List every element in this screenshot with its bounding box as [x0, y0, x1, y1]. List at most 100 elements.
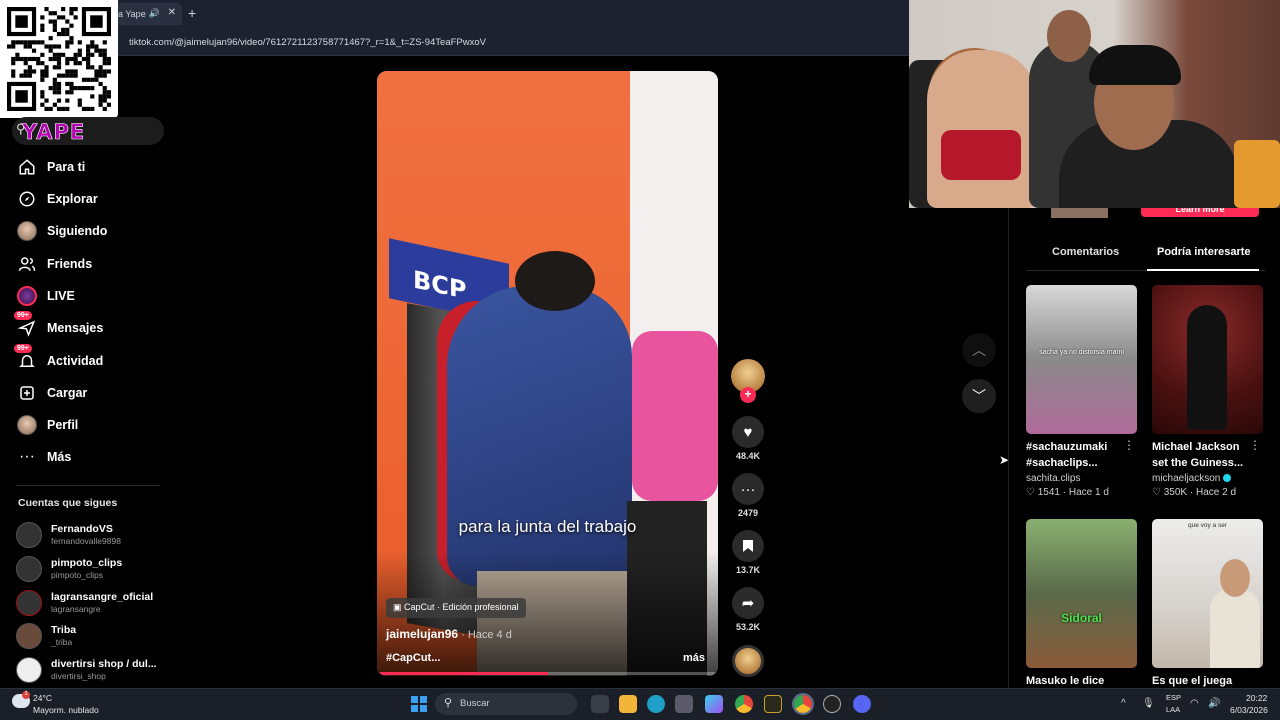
close-icon[interactable]: ✕ [168, 7, 176, 18]
following-account[interactable]: pimpoto_clips pimpoto_clips [16, 555, 166, 585]
like-button[interactable]: ♥ 48.4K [730, 416, 766, 461]
video-hashtag[interactable]: #CapCut... [386, 652, 440, 664]
edge-browser-icon[interactable] [647, 695, 665, 713]
card-title[interactable]: Masuko le dice [1026, 673, 1126, 689]
verified-badge-icon [1223, 474, 1232, 483]
post-age: · Hace 4 d [458, 629, 512, 641]
chevron-down-icon: ﹀ [972, 388, 986, 404]
heart-icon[interactable]: ♥ [732, 416, 764, 448]
volume-icon[interactable]: 🔊 [1208, 698, 1220, 709]
sidebar-item-siguiendo[interactable]: Siguiendo [16, 218, 166, 244]
comment-icon[interactable]: ··· [732, 473, 764, 505]
new-tab-button[interactable]: + [188, 5, 196, 21]
chrome-active-icon[interactable] [792, 693, 814, 715]
weather-temperature[interactable]: 24°C [33, 693, 52, 703]
tab-comentarios[interactable]: Comentarios [1052, 246, 1119, 258]
card-menu-icon[interactable]: ⋮ [1123, 438, 1135, 452]
next-video-button[interactable]: ﹀ [962, 379, 996, 413]
video-subtitle: para la junta del trabajo [458, 517, 637, 536]
windows-start-icon[interactable] [411, 696, 427, 712]
video-player[interactable]: BCP para la junta del trabajo ▣ CapCut ·… [377, 71, 718, 676]
video-frame-person-jacket [447, 286, 632, 586]
notification-badge: 99+ [14, 344, 32, 353]
music-disc-avatar[interactable] [732, 645, 764, 677]
video-thumbnail[interactable]: sacha ya no distorsia mami [1026, 285, 1137, 434]
keyboard-layout-indicator[interactable]: LAA [1166, 705, 1180, 714]
sidebar-item-live[interactable]: LIVE [16, 283, 166, 309]
task-view-icon[interactable] [591, 695, 609, 713]
comment-button[interactable]: ··· 2479 [730, 473, 766, 518]
chevron-up-icon[interactable]: ^ [1121, 698, 1126, 709]
avatar [16, 590, 42, 616]
browser-tab[interactable]: a Yape 🔊 ✕ [110, 3, 182, 25]
chrome-icon[interactable] [735, 695, 753, 713]
card-menu-icon[interactable]: ⋮ [1249, 438, 1261, 452]
card-user[interactable]: sachita.clips [1026, 473, 1137, 484]
card-age: Hace 1 d [1068, 487, 1109, 498]
microphone-icon[interactable]: 🎙 [1142, 698, 1155, 709]
file-explorer-icon[interactable] [619, 695, 637, 713]
sidebar-item-cargar[interactable]: Cargar [16, 380, 166, 406]
recommended-video-card[interactable]: Michael Jackson set the Guiness... micha… [1152, 285, 1263, 498]
sidebar-item-label: LIVE [47, 289, 75, 303]
sidebar-item-actividad[interactable]: 99+ Actividad [14, 344, 166, 374]
sidebar-item-para-ti[interactable]: Para ti [16, 154, 166, 180]
card-user[interactable]: michaeljackson [1152, 473, 1263, 484]
more-link[interactable]: más [683, 652, 705, 664]
snipping-tool-icon[interactable] [675, 695, 693, 713]
following-account[interactable]: divertirsi shop / dul... divertirsi_shop [16, 656, 166, 686]
sidebar-item-mas[interactable]: ··· Más [16, 444, 166, 470]
following-account[interactable]: lagransangre_oficial lagransangre [16, 589, 166, 619]
sidebar-item-label: Friends [47, 257, 93, 271]
bookmark-icon[interactable] [732, 530, 764, 562]
video-author[interactable]: jaimelujan96 · Hace 4 d [386, 627, 512, 641]
avatar [16, 522, 42, 548]
url-text[interactable]: tiktok.com/@jaimelujan96/video/761272112… [129, 37, 486, 48]
follow-plus-button[interactable]: + [740, 387, 756, 403]
card-title[interactable]: #sachauzumaki #sachaclips... [1026, 439, 1126, 471]
following-account[interactable]: FernandoVS fernandovalle9898 [16, 521, 166, 551]
clock-date[interactable]: 6/03/2026 [1230, 705, 1268, 715]
recommended-video-card[interactable]: sacha ya no distorsia mami #sachauzumaki… [1026, 285, 1137, 498]
share-arrow-icon[interactable]: ➦ [732, 587, 764, 619]
share-button[interactable]: ➦ 53.2K [730, 587, 766, 632]
app-icon-w[interactable] [764, 695, 782, 713]
sidebar-item-friends[interactable]: Friends [16, 251, 166, 277]
video-progress-bar[interactable] [377, 672, 718, 675]
card-title[interactable]: Es que el juega [1152, 673, 1252, 689]
thumbnail-text: Sidoral [1061, 611, 1102, 625]
obs-icon[interactable] [823, 695, 841, 713]
account-handle: fernandovalle9898 [51, 536, 121, 546]
following-avatar [16, 220, 38, 242]
capcut-badge[interactable]: ▣ CapCut · Edición profesional [386, 598, 526, 618]
account-name: divertirsi shop / dul... [51, 658, 157, 670]
video-thumbnail[interactable]: que voy a ser [1152, 519, 1263, 668]
account-name: Triba [51, 624, 77, 636]
card-username[interactable]: michaeljackson [1152, 473, 1220, 484]
recommended-video-card[interactable]: Sidoral Masuko le dice [1026, 519, 1137, 689]
speaker-icon[interactable]: 🔊 [149, 8, 160, 19]
taskbar-search-box[interactable]: ⚲ Buscar [435, 693, 577, 715]
author-name[interactable]: jaimelujan96 [386, 627, 458, 641]
sidebar-item-explorar[interactable]: Explorar [16, 186, 166, 212]
language-indicator[interactable]: ESP [1166, 693, 1181, 702]
discord-icon[interactable] [853, 695, 871, 713]
tab-podria-interesarte[interactable]: Podría interesarte [1157, 246, 1251, 258]
sidebar-item-mensajes[interactable]: 99+ Mensajes [14, 311, 166, 341]
save-button[interactable]: 13.7K [730, 530, 766, 575]
clock-time[interactable]: 20:22 [1246, 693, 1267, 703]
wifi-icon[interactable]: ◠ [1190, 698, 1199, 709]
following-account[interactable]: Triba _triba [16, 622, 166, 652]
card-title[interactable]: Michael Jackson set the Guiness... [1152, 439, 1252, 471]
weather-alert-badge: 1 [22, 691, 30, 699]
previous-video-button[interactable]: ︿ [962, 333, 996, 367]
sidebar-item-perfil[interactable]: Perfil [16, 412, 166, 438]
copilot-icon[interactable] [705, 695, 723, 713]
video-thumbnail[interactable]: Sidoral [1026, 519, 1137, 668]
weather-description[interactable]: Mayorm. nublado [33, 705, 99, 715]
video-thumbnail[interactable] [1152, 285, 1263, 434]
comment-count: 2479 [737, 508, 759, 518]
recommended-video-card[interactable]: que voy a ser Es que el juega [1152, 519, 1263, 689]
chevron-up-icon: ︿ [972, 342, 986, 358]
account-name: FernandoVS [51, 523, 113, 535]
